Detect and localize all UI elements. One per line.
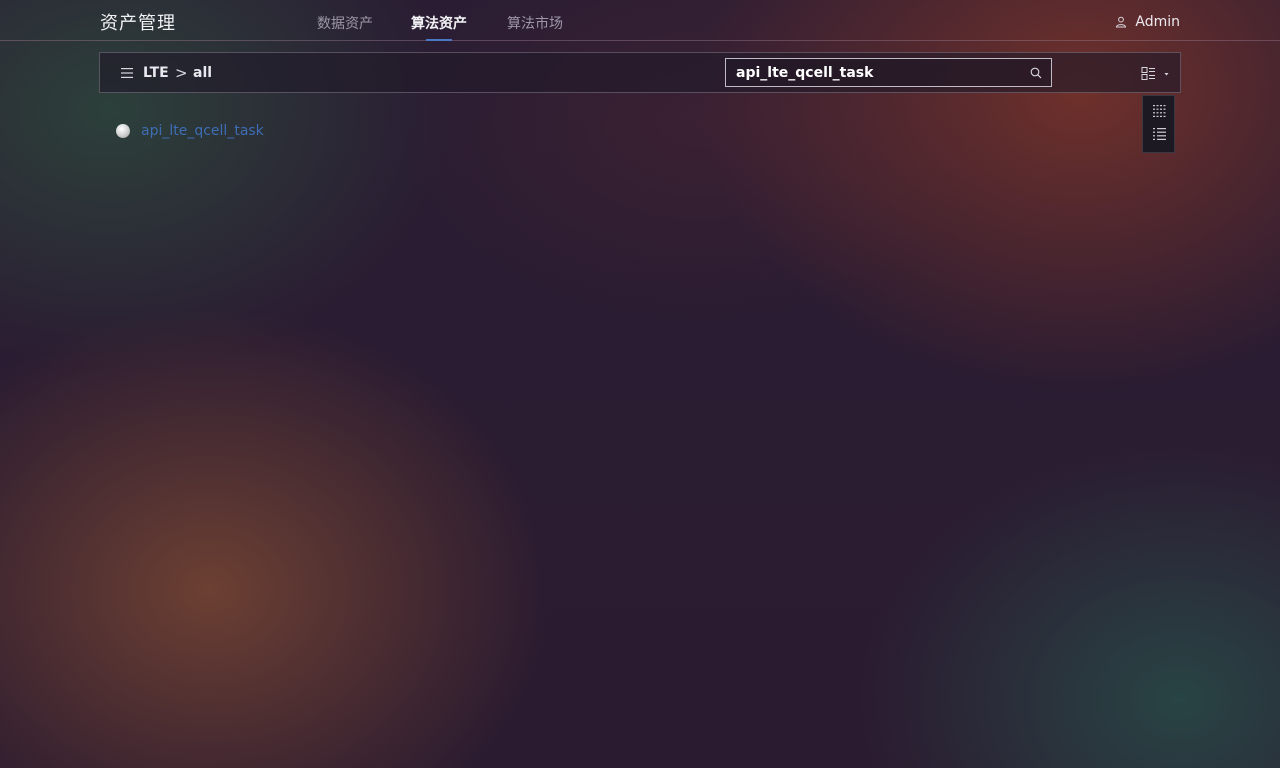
search-box [725, 58, 1052, 87]
tab-algorithm-market[interactable]: 算法市场 [507, 13, 563, 41]
algorithm-name-link[interactable]: api_lte_qcell_task [141, 123, 264, 139]
asset-toolbar: LTE > all [99, 52, 1181, 93]
user-menu[interactable]: Admin [1115, 12, 1180, 32]
list-item[interactable]: api_lte_qcell_task [116, 121, 264, 141]
app-title: 资产管理 [100, 13, 176, 34]
search-icon[interactable] [1030, 67, 1042, 79]
user-icon [1116, 16, 1127, 28]
user-name: Admin [1135, 14, 1180, 30]
tab-algorithm-assets[interactable]: 算法资产 [411, 13, 467, 41]
top-header: 资产管理 数据资产 算法资产 算法市场 Admin [0, 0, 1280, 41]
hamburger-menu-icon[interactable] [120, 66, 134, 80]
grid-view-icon[interactable] [1152, 104, 1167, 118]
view-mode-icon[interactable] [1141, 66, 1171, 82]
breadcrumb-current: all [193, 65, 213, 81]
tab-data-assets[interactable]: 数据资产 [317, 13, 373, 41]
breadcrumb-root[interactable]: LTE [143, 65, 169, 81]
search-input[interactable] [726, 59, 1021, 86]
status-dot-icon [116, 124, 130, 138]
view-mode-dropdown [1142, 95, 1175, 153]
breadcrumb-separator: > [175, 64, 188, 82]
list-view-icon[interactable] [1152, 127, 1167, 141]
